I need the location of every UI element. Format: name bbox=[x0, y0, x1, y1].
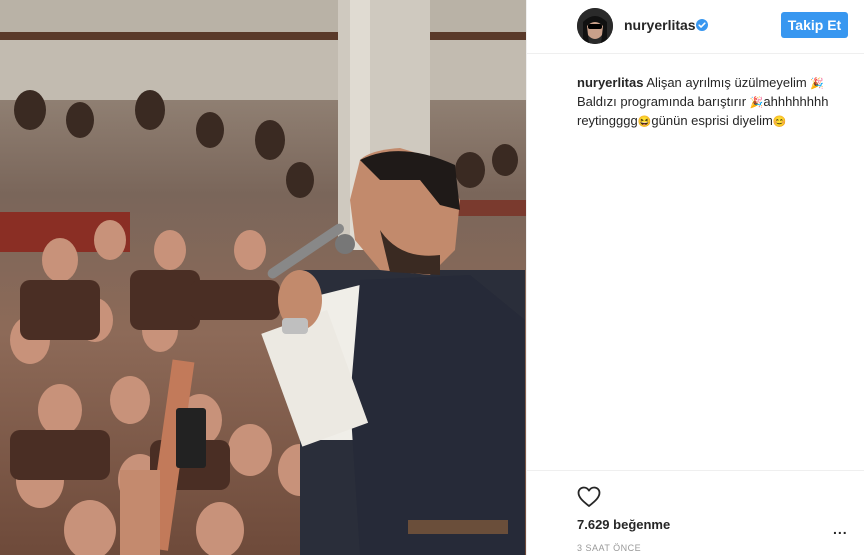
laughing-emoji-icon: 😆 bbox=[637, 116, 652, 128]
post-timestamp: 3 SAAT ÖNCE bbox=[577, 543, 642, 553]
caption-username[interactable]: nuryerlitas bbox=[577, 75, 643, 90]
party-emoji-icon: 🎉 bbox=[749, 97, 764, 109]
smile-emoji-icon: 😊 bbox=[772, 116, 787, 128]
caption-text-3b: günün esprisi diyelim bbox=[651, 113, 773, 128]
caption-text-3: reytingggg bbox=[577, 113, 638, 128]
avatar-image bbox=[577, 8, 613, 44]
post-actions: 7.629 beğenme ... 3 SAAT ÖNCE bbox=[527, 470, 864, 555]
caption-text-1: Alişan ayrılmış üzülmeyelim bbox=[643, 75, 811, 90]
heart-icon[interactable] bbox=[577, 486, 601, 508]
likes-count[interactable]: 7.629 beğenme bbox=[577, 517, 670, 532]
username-link[interactable]: nuryerlitas bbox=[624, 17, 696, 33]
verified-badge-icon bbox=[696, 19, 708, 31]
concert-photo bbox=[0, 0, 526, 555]
post-caption: nuryerlitas Alişan ayrılmış üzülmeyelim … bbox=[577, 74, 839, 131]
post-header: nuryerlitas Takip Et bbox=[527, 0, 864, 54]
follow-button[interactable]: Takip Et bbox=[781, 12, 848, 38]
party-emoji-icon: 🎉 bbox=[810, 78, 825, 90]
caption-text-2b: ahhhhhhhh bbox=[763, 94, 829, 109]
avatar[interactable] bbox=[577, 8, 613, 44]
post-sidebar: nuryerlitas Takip Et nuryerlitas Alişan … bbox=[526, 0, 864, 555]
caption-text-2: Baldızı programında barıştırır bbox=[577, 94, 750, 109]
more-options-button[interactable]: ... bbox=[833, 521, 848, 537]
post-photo[interactable] bbox=[0, 0, 526, 555]
